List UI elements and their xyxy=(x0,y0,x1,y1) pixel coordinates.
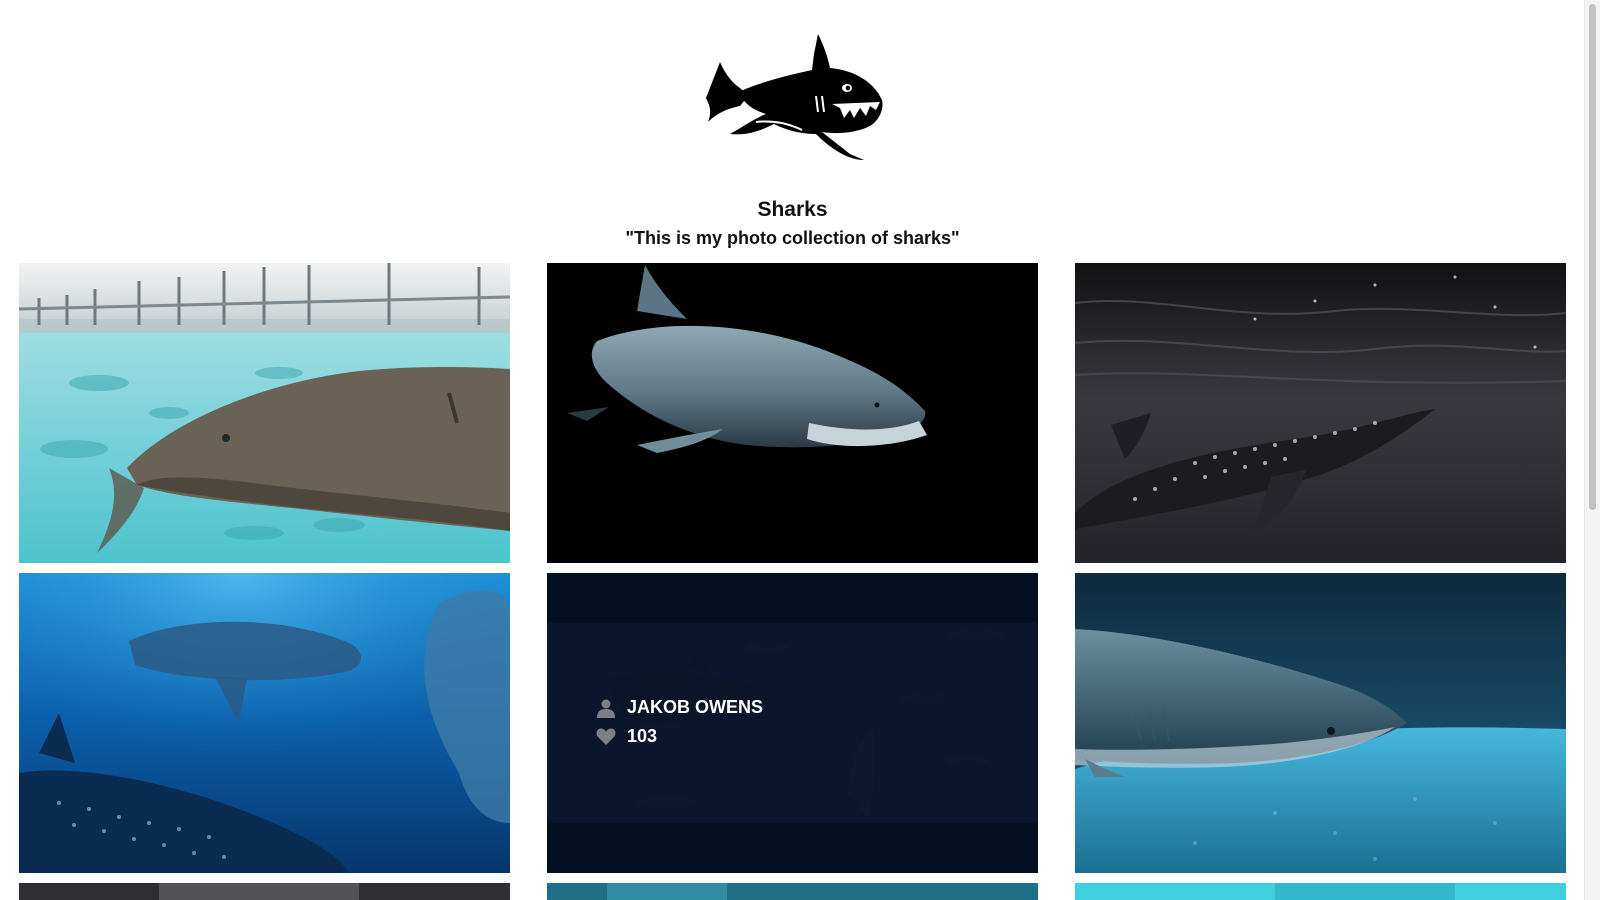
shark-photo xyxy=(1075,883,1566,900)
gallery-tile[interactable] xyxy=(1075,573,1566,873)
page-subtitle: "This is my photo collection of sharks" xyxy=(625,228,960,248)
gallery-tile[interactable]: JAKOB OWENS 103 xyxy=(547,573,1038,873)
gallery-tile[interactable] xyxy=(547,263,1038,563)
page-title: Sharks xyxy=(757,198,828,221)
author-name[interactable]: JAKOB OWENS xyxy=(627,697,763,718)
gallery-tile[interactable] xyxy=(547,883,1038,900)
shark-photo xyxy=(19,883,510,900)
heart-icon[interactable] xyxy=(595,727,617,747)
likes-count: 103 xyxy=(627,726,658,746)
gallery-tile[interactable] xyxy=(1075,883,1566,900)
gallery-tile[interactable] xyxy=(19,573,510,873)
likes-row: 103 xyxy=(595,722,763,751)
author-row: JAKOB OWENS xyxy=(595,693,763,722)
shark-photo xyxy=(547,263,1038,563)
gallery-tile[interactable] xyxy=(19,883,510,900)
user-icon xyxy=(595,698,617,718)
gallery-tile[interactable] xyxy=(19,263,510,563)
photo-meta: JAKOB OWENS 103 xyxy=(595,693,763,751)
shark-photo xyxy=(1075,263,1566,563)
shark-logo xyxy=(706,34,883,160)
shark-photo xyxy=(547,883,1038,900)
page: Sharks "This is my photo collection of s… xyxy=(0,0,1585,900)
hover-overlay: JAKOB OWENS 103 xyxy=(547,573,1038,873)
shark-photo xyxy=(19,573,510,873)
shark-photo xyxy=(19,263,510,563)
scrollbar[interactable] xyxy=(1584,0,1600,900)
shark-photo xyxy=(1075,573,1566,873)
scrollbar-thumb[interactable] xyxy=(1589,4,1596,510)
gallery-tile[interactable] xyxy=(1075,263,1566,563)
